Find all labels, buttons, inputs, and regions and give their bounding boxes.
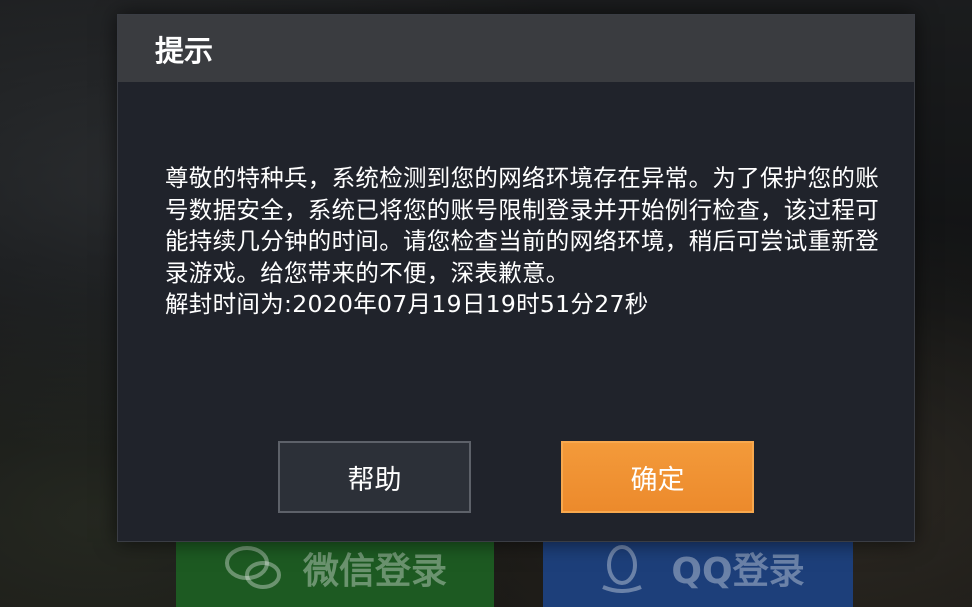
qq-icon [591,543,653,593]
notice-dialog: 提示 尊敬的特种兵，系统检测到您的网络环境存在异常。为了保护您的账号数据安全，系… [117,14,915,542]
wechat-icon [223,543,285,593]
dialog-body: 尊敬的特种兵，系统检测到您的网络环境存在异常。为了保护您的账号数据安全，系统已将… [165,163,880,321]
dialog-message: 尊敬的特种兵，系统检测到您的网络环境存在异常。为了保护您的账号数据安全，系统已将… [165,164,879,287]
confirm-button[interactable]: 确定 [561,441,754,513]
dialog-header: 提示 [118,15,914,82]
help-button[interactable]: 帮助 [278,441,471,513]
dialog-title: 提示 [155,33,214,68]
wechat-login-label: 微信登录 [302,550,447,592]
qq-login-label: QQ登录 [671,550,805,592]
unban-time: 解封时间为:2020年07月19日19时51分27秒 [165,290,649,318]
game-login-screen: 微信登录 QQ登录 提示 尊敬的特种兵，系统检测到您的网络环境存在异常。为了保护… [0,0,972,607]
